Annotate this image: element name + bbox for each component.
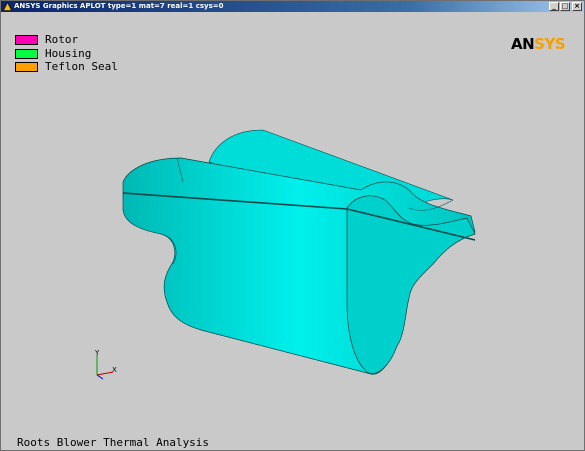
legend-label-rotor: Rotor: [45, 33, 79, 46]
legend-label-teflon-seal: Teflon Seal: [45, 60, 118, 73]
ansys-graphics-window: ANSYS Graphics APLOT type=1 mat=7 real=1…: [0, 0, 585, 451]
graphics-viewport[interactable]: Rotor Housing Teflon Seal ANSYS Y X Root…: [1, 12, 584, 450]
ansys-logo: ANSYS: [511, 35, 566, 53]
triad-y-label: Y: [94, 349, 100, 357]
housing-swatch: [15, 48, 38, 59]
logo-text-sys: SYS: [534, 35, 566, 53]
roots-blower-model: [122, 129, 476, 375]
minimize-button[interactable]: _: [549, 2, 559, 11]
rotor-swatch: [15, 35, 38, 45]
triad-x-label: X: [112, 366, 117, 374]
logo-text-an: AN: [511, 35, 535, 53]
legend-label-housing: Housing: [45, 46, 92, 60]
teflon-seal-swatch: [15, 62, 38, 72]
plot-title: Roots Blower Thermal Analysis: [17, 436, 210, 449]
window-title: ANSYS Graphics APLOT type=1 mat=7 real=1…: [14, 2, 224, 10]
ansys-app-icon: [3, 2, 12, 11]
coordinate-triad-icon: Y X: [94, 349, 117, 380]
close-button[interactable]: ×: [572, 2, 582, 11]
title-bar[interactable]: ANSYS Graphics APLOT type=1 mat=7 real=1…: [1, 1, 584, 12]
maximize-button[interactable]: □: [560, 2, 570, 11]
